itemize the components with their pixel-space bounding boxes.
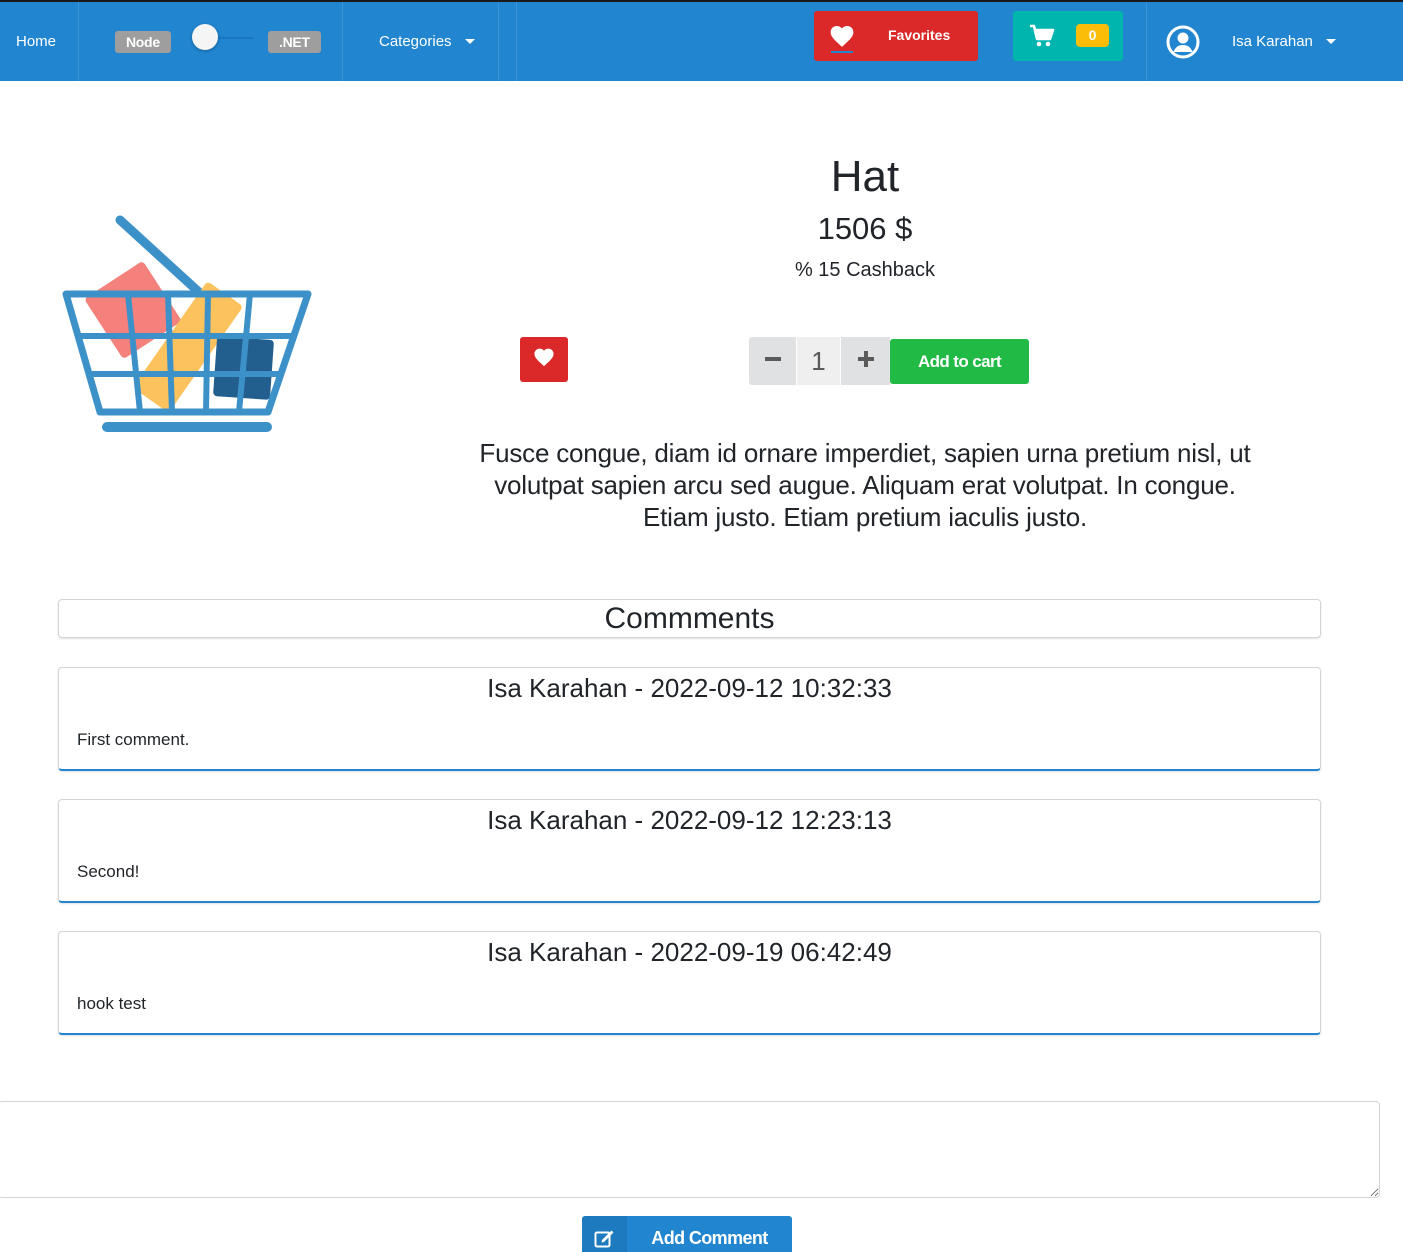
- comment-card: Isa Karahan - 2022-09-12 12:23:13 Second…: [58, 799, 1321, 903]
- cart-count-badge: 0: [1076, 24, 1109, 47]
- comment-card: Isa Karahan - 2022-09-12 10:32:33 First …: [58, 667, 1321, 771]
- product-cashback: % 15 Cashback: [794, 259, 936, 281]
- categories-dropdown[interactable]: Categories: [379, 2, 475, 81]
- backend-node-label: Node: [115, 2, 171, 81]
- quantity-decrease-button[interactable]: [749, 337, 796, 385]
- backend-net-label: .NET: [268, 2, 321, 81]
- product-price: 1506 $: [817, 211, 913, 246]
- plus-icon: [857, 350, 875, 373]
- comment-author-date: Isa Karahan - 2022-09-12 10:32:33: [487, 673, 892, 703]
- cart-button[interactable]: 0: [1013, 11, 1123, 61]
- quantity-increase-button[interactable]: [841, 337, 890, 385]
- shopping-cart-icon: [1029, 24, 1055, 53]
- top-navbar: Home Node .NET Categories Favorites 0 Is…: [0, 0, 1403, 81]
- product-title: Hat: [830, 152, 900, 201]
- backend-node-chip: Node: [115, 30, 171, 53]
- user-name-label: Isa Karahan: [1232, 33, 1313, 50]
- comment-input[interactable]: [0, 1101, 1380, 1198]
- comment-text: Second!: [77, 862, 140, 881]
- categories-label: Categories: [379, 33, 452, 50]
- minus-icon: [764, 350, 782, 373]
- chevron-down-icon: [464, 39, 475, 44]
- comment-text: First comment.: [77, 730, 190, 749]
- nav-home-link[interactable]: Home: [16, 2, 56, 81]
- user-menu[interactable]: Isa Karahan: [1166, 2, 1336, 81]
- add-to-cart-button[interactable]: Add to cart: [890, 339, 1029, 384]
- comments-header: Commments: [58, 599, 1321, 638]
- comment-author-date: Isa Karahan - 2022-09-12 12:23:13: [487, 805, 892, 835]
- favorites-button[interactable]: Favorites: [814, 11, 978, 61]
- quantity-value[interactable]: 1: [797, 337, 840, 385]
- heart-icon: [533, 347, 555, 372]
- user-avatar-icon: [1166, 25, 1200, 59]
- add-comment-button[interactable]: Add Comment: [582, 1216, 792, 1252]
- backend-toggle-knob[interactable]: [192, 24, 218, 50]
- nav-divider: [516, 2, 517, 81]
- add-comment-label: Add Comment: [651, 1228, 768, 1248]
- shopping-basket-icon: [62, 215, 312, 432]
- comment-author-date: Isa Karahan - 2022-09-19 06:42:49: [487, 937, 892, 967]
- add-to-favorites-button[interactable]: [520, 337, 568, 382]
- product-description: Fusce congue, diam id ornare imperdiet, …: [479, 438, 1251, 532]
- product-image: [58, 212, 316, 438]
- backend-net-chip: .NET: [268, 30, 321, 53]
- nav-divider: [1146, 2, 1147, 81]
- edit-icon: [582, 1216, 627, 1252]
- nav-divider: [78, 2, 79, 81]
- chevron-down-icon: [1325, 39, 1336, 44]
- comment-text: hook test: [77, 994, 146, 1013]
- comment-card: Isa Karahan - 2022-09-19 06:42:49 hook t…: [58, 931, 1321, 1035]
- nav-divider: [342, 2, 343, 81]
- favorites-label: Favorites: [888, 27, 951, 43]
- heart-icon: [829, 24, 855, 53]
- nav-divider: [498, 2, 499, 81]
